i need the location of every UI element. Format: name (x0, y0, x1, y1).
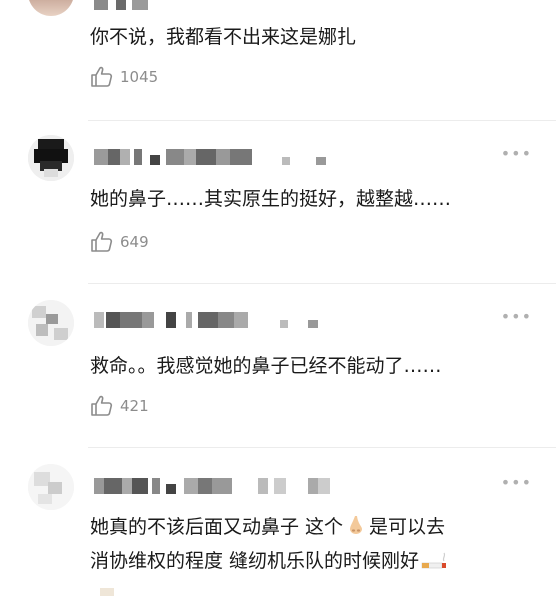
comment-4: ••• 她真的不该后面又动鼻子 这个 是可以去 消协维权的程度 缝纫机乐队的时候刚… (0, 448, 556, 596)
username-masked[interactable] (94, 478, 344, 494)
more-icon[interactable]: ••• (501, 475, 532, 491)
avatar[interactable] (28, 135, 74, 181)
more-icon[interactable]: ••• (501, 309, 532, 325)
thumbs-up-icon (91, 395, 113, 416)
more-icon[interactable]: ••• (501, 146, 532, 162)
like-count: 421 (120, 397, 149, 415)
like-button[interactable]: 421 (90, 395, 149, 417)
avatar-image (28, 300, 74, 346)
username-masked[interactable] (94, 312, 344, 328)
comment-text: 救命。。我感觉她的鼻子已经不能动了…… (90, 355, 442, 377)
comment-text-line1-tail: 是可以去 (369, 516, 446, 538)
like-count: 649 (120, 233, 149, 251)
comment-1: 你不说，我都看不出来这是娜扎 1045 (0, 0, 556, 121)
comment-2: ••• 她的鼻子……其实原生的挺好，越整越…… 649 (0, 121, 556, 284)
username-masked[interactable] (94, 0, 154, 10)
avatar[interactable] (28, 464, 74, 510)
username-masked[interactable] (94, 149, 334, 165)
avatar-image (28, 135, 74, 181)
nose-icon (350, 516, 363, 534)
comment-text-line1: 她真的不该后面又动鼻子 这个 (90, 516, 344, 538)
comment-text: 她的鼻子……其实原生的挺好，越整越…… (90, 188, 452, 210)
like-button[interactable]: 1045 (90, 66, 158, 88)
avatar[interactable] (28, 0, 74, 16)
comment-text-line2-row: 消协维权的程度 缝纫机乐队的时候刚好 (90, 546, 532, 576)
avatar-image (28, 464, 74, 510)
cigarette-icon (421, 552, 447, 569)
thumbs-up-icon (91, 66, 113, 87)
cigarette-icon-fragment (100, 588, 114, 596)
thumbs-up-icon (91, 231, 113, 252)
comment-3: ••• 救命。。我感觉她的鼻子已经不能动了…… 421 (0, 284, 556, 448)
comment-text: 她真的不该后面又动鼻子 这个 是可以去 (90, 512, 532, 542)
avatar[interactable] (28, 300, 74, 346)
like-count: 1045 (120, 68, 159, 86)
comment-text-line2: 消协维权的程度 缝纫机乐队的时候刚好 (90, 550, 420, 572)
like-button[interactable]: 649 (90, 231, 149, 253)
comment-text: 你不说，我都看不出来这是娜扎 (90, 26, 357, 48)
